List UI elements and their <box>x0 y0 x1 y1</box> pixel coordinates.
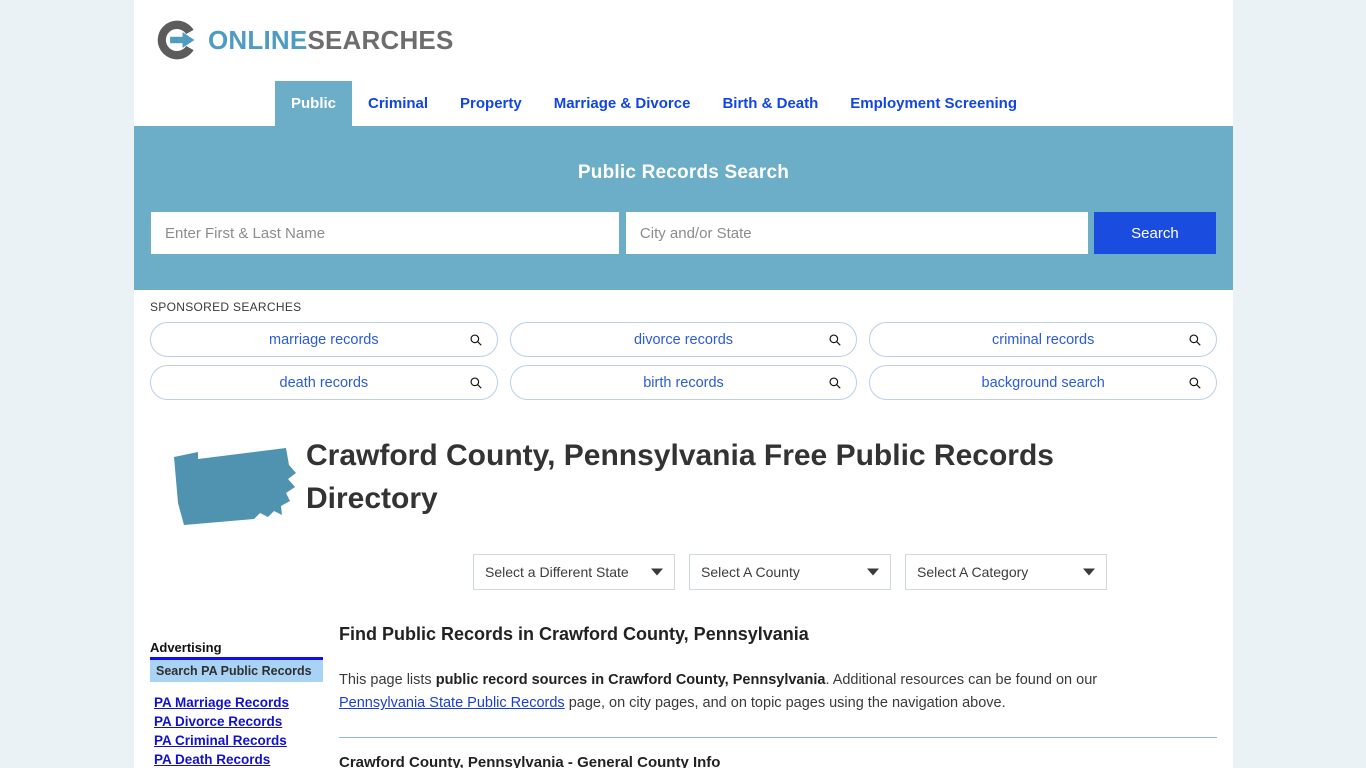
sidebar-link-pa-death-records[interactable]: PA Death Records <box>150 750 323 768</box>
sponsored-searches-section: SPONSORED SEARCHES marriage records divo… <box>134 290 1233 400</box>
search-banner-title: Public Records Search <box>577 162 790 183</box>
sponsored-pill-background-search[interactable]: background search <box>869 365 1218 400</box>
sponsored-pill-label: birth records <box>643 374 724 391</box>
magnifier-icon <box>470 376 482 389</box>
sidebar-link-pa-divorce-records[interactable]: PA Divorce Records <box>150 712 323 731</box>
sponsored-pill-marriage-records[interactable]: marriage records <box>150 322 498 357</box>
state-public-records-link[interactable]: Pennsylvania State Public Records <box>339 695 565 711</box>
intro-paragraph: This page lists public record sources in… <box>339 669 1184 715</box>
page-title: Crawford County, Pennsylvania Free Publi… <box>306 439 1054 515</box>
logo-wordmark: ONLINESEARCHES <box>208 27 454 53</box>
advertising-label: Advertising <box>150 640 222 655</box>
advertising-sidebar: Advertising Search PA Public Records PA … <box>150 590 323 768</box>
state-select-label: Select a Different State <box>485 564 629 580</box>
intro-text-part1: This page lists <box>339 672 436 688</box>
sponsored-pill-label: divorce records <box>633 331 734 348</box>
sidebar-link-pa-marriage-records[interactable]: PA Marriage Records <box>150 693 323 712</box>
page-container: ONLINESEARCHES Public Criminal Property … <box>134 0 1233 768</box>
sponsored-pill-label: death records <box>279 374 369 391</box>
sponsored-pill-label: marriage records <box>269 331 379 348</box>
intro-text-part3: page, on city pages, and on topic pages … <box>564 695 1006 712</box>
main-content: Find Public Records in Crawford County, … <box>323 590 1233 768</box>
content-divider <box>339 737 1217 739</box>
magnifier-icon <box>1189 333 1201 346</box>
state-select[interactable]: Select a Different State <box>473 554 675 590</box>
logo-word-online: ONLINE <box>208 25 308 55</box>
site-logo[interactable]: ONLINESEARCHES <box>154 17 454 63</box>
tab-public[interactable]: Public <box>275 81 353 126</box>
category-select[interactable]: Select A Category <box>905 554 1107 590</box>
chevron-down-icon <box>651 568 663 576</box>
sponsored-pill-birth-records[interactable]: birth records <box>509 365 858 400</box>
body-columns: Advertising Search PA Public Records PA … <box>134 590 1233 768</box>
magnifier-icon <box>470 333 482 346</box>
sponsored-row-2: death records birth records background s… <box>150 365 1218 400</box>
location-search-input[interactable] <box>625 212 1088 254</box>
sponsored-pill-label: criminal records <box>992 331 1095 348</box>
magnifier-icon <box>829 333 842 346</box>
name-search-input[interactable] <box>151 212 619 254</box>
tab-birth-death[interactable]: Birth & Death <box>706 81 834 126</box>
page-title-block: Crawford County, Pennsylvania Free Publi… <box>134 408 1233 534</box>
tab-marriage-divorce[interactable]: Marriage & Divorce <box>538 81 707 126</box>
sidebar-panel-heading: Search PA Public Records <box>150 660 323 682</box>
pennsylvania-state-outline-icon <box>168 435 296 534</box>
main-navigation: Public Criminal Property Marriage & Divo… <box>134 81 1233 126</box>
sidebar-link-list: PA Marriage Records PA Divorce Records P… <box>150 693 323 768</box>
category-select-label: Select A Category <box>917 564 1029 580</box>
intro-text-bold: public record sources in Crawford County… <box>435 672 826 688</box>
intro-text-part2: . Additional resources can be found on o… <box>825 672 1098 688</box>
search-form: Search <box>151 212 1216 254</box>
filter-select-row: Select a Different State Select A County… <box>134 534 1233 590</box>
section-title: Find Public Records in Crawford County, … <box>339 624 809 644</box>
sponsored-pill-divorce-records[interactable]: divorce records <box>509 322 858 357</box>
public-records-search-banner: Public Records Search Search <box>134 126 1233 290</box>
sponsored-pill-death-records[interactable]: death records <box>150 365 498 400</box>
sponsored-pill-criminal-records[interactable]: criminal records <box>869 322 1218 357</box>
magnifier-icon <box>1189 376 1201 389</box>
tab-property[interactable]: Property <box>444 81 538 126</box>
sponsored-row-1: marriage records divorce records crimina… <box>150 322 1218 357</box>
chevron-down-icon <box>867 568 879 576</box>
sidebar-link-pa-criminal-records[interactable]: PA Criminal Records <box>150 731 323 750</box>
county-select[interactable]: Select A County <box>689 554 891 590</box>
subsection-title: Crawford County, Pennsylvania - General … <box>339 754 721 768</box>
logo-word-searches: SEARCHES <box>307 25 454 55</box>
site-header: ONLINESEARCHES <box>134 0 1233 81</box>
magnifier-icon <box>829 376 842 389</box>
sponsored-searches-label: SPONSORED SEARCHES <box>150 300 302 314</box>
county-select-label: Select A County <box>701 564 800 580</box>
tab-criminal[interactable]: Criminal <box>352 81 444 126</box>
tab-employment-screening[interactable]: Employment Screening <box>834 81 1033 126</box>
circle-arrow-right-icon <box>157 20 195 60</box>
search-submit-button[interactable]: Search <box>1093 212 1216 254</box>
chevron-down-icon <box>1083 568 1095 576</box>
sponsored-pill-label: background search <box>981 374 1105 391</box>
